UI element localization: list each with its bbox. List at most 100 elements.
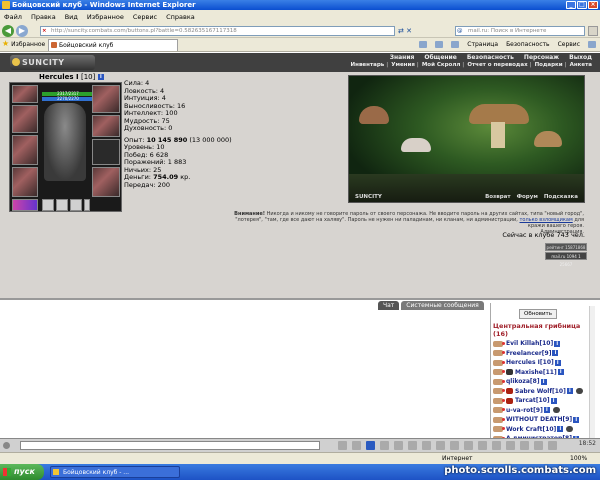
zoom-level[interactable]: 100% [570,453,587,464]
helmet-slot[interactable] [12,85,38,103]
user-action-icon[interactable] [493,388,505,395]
send-icon[interactable] [338,441,347,450]
page-menu[interactable]: Страница [467,41,498,48]
browser-tab[interactable]: Бойцовский клуб [48,39,178,51]
user-name[interactable]: Work Craft [506,426,542,433]
settings-icon[interactable] [534,441,543,450]
menu-file[interactable]: Файл [4,13,22,21]
pocket-slot[interactable] [84,199,90,211]
user-name[interactable]: Sabre Wolf [515,388,552,395]
feeds-icon[interactable] [435,41,444,48]
user-action-icon[interactable] [493,416,505,423]
info-icon[interactable]: i [554,359,561,366]
earrings-slot[interactable] [92,85,120,113]
info-icon[interactable]: i [557,426,564,433]
boots-slot[interactable] [92,167,120,197]
translit-icon[interactable] [394,441,403,450]
friends-icon[interactable] [506,441,515,450]
user-row[interactable]: Tarcat [10] i [493,396,593,406]
ring-slot-1[interactable] [42,199,54,211]
user-name[interactable]: WITHOUT DEATH [506,416,563,423]
user-row[interactable]: Work Craft [10] i [493,425,593,435]
info-icon[interactable]: i [573,416,580,423]
favorites-button[interactable]: ★ Избранное [2,40,45,48]
safety-menu[interactable]: Безопасность [506,41,550,48]
user-action-icon[interactable] [493,426,505,433]
ring-slot-3[interactable] [70,199,82,211]
user-action-icon[interactable] [493,369,505,376]
nav-skills[interactable]: Умения [391,62,419,68]
forward-button[interactable]: ▶ [16,24,28,37]
user-action-icon[interactable] [493,350,505,357]
link-forum[interactable]: Форум [517,194,538,200]
user-row[interactable]: WITHOUT DEATH [9] i [493,415,593,425]
weapon-slot[interactable] [12,135,38,165]
clear-icon[interactable] [380,441,389,450]
user-row[interactable]: Maxishe [11] i [493,368,593,378]
smiles-icon[interactable] [352,441,361,450]
chat-input[interactable] [20,441,320,450]
maximize-button[interactable]: □ [577,1,587,9]
user-row[interactable]: Hercules I [10] i [493,358,593,368]
print-icon[interactable] [451,41,460,48]
user-row[interactable]: qlikoza [8] i [493,377,593,387]
nav-transfers[interactable]: Отчет о переводах [467,62,531,68]
user-name[interactable]: Freelancer [506,350,542,357]
user-action-icon[interactable] [493,359,505,366]
menu-edit[interactable]: Правка [31,13,56,21]
info-icon[interactable]: i [97,74,104,80]
user-list-scrollbar[interactable] [589,306,595,439]
user-row[interactable]: Evil Killah [10] i [493,339,593,349]
user-name[interactable]: Maxishe [515,369,543,376]
link-return[interactable]: Возврат [485,194,510,200]
info-icon[interactable]: i [540,378,547,385]
scroll-icon[interactable] [422,441,431,450]
close-button[interactable]: × [588,1,598,9]
amulet-slot[interactable] [12,105,38,133]
help-icon[interactable] [588,41,596,48]
user-name[interactable]: u-va-rot [506,407,533,414]
menu-tools[interactable]: Сервис [133,13,157,21]
user-name[interactable]: Tarcat [515,397,536,404]
chat-mode-icon[interactable] [3,442,10,449]
menu-favorites[interactable]: Избранное [87,13,124,21]
move-icon[interactable] [450,441,459,450]
search-input[interactable]: @ mail.ru: Поиск в Интернете [455,26,585,36]
rating-counter[interactable]: рейтинг 15871868 [545,243,587,251]
minimize-button[interactable]: _ [566,1,576,9]
user-action-icon[interactable] [493,407,505,414]
menu-view[interactable]: Вид [65,13,78,21]
gloves-slot[interactable] [92,115,120,137]
nav-knowledge[interactable]: Знания [390,54,415,61]
tools-menu[interactable]: Сервис [558,41,580,48]
exit-icon[interactable] [548,441,557,450]
map-icon[interactable] [478,441,487,450]
filter-icon[interactable] [366,441,375,450]
nav-inventory[interactable]: Инвентарь [351,62,389,68]
user-row[interactable]: Sabre Wolf [10] i [493,387,593,397]
info-icon[interactable]: i [550,397,557,404]
belt-slot[interactable] [12,199,38,211]
tab-chat[interactable]: Чат [378,301,400,310]
user-name[interactable]: Hercules I [506,359,540,366]
user-action-icon[interactable] [493,397,505,404]
user-row[interactable]: Freelancer [9] i [493,349,593,359]
taskbar-item[interactable]: Бойцовский клуб - ... [50,466,180,478]
nav-scroll[interactable]: Мой Скролл [422,62,465,68]
nav-exit[interactable]: Выход [569,54,592,61]
menu-help[interactable]: Справка [166,13,195,21]
sound-icon[interactable] [408,441,417,450]
tab-system-messages[interactable]: Системные сообщения [401,301,484,310]
back-button[interactable]: ◀ [2,24,14,37]
start-button[interactable]: пуск [0,464,44,480]
room-icon[interactable] [492,441,501,450]
link-hint[interactable]: Подсказка [544,194,578,200]
user-row[interactable]: u-va-rot [9] i [493,406,593,416]
info-icon[interactable]: i [566,388,573,395]
user-action-icon[interactable] [493,378,505,385]
nav-character[interactable]: Персонаж [524,54,559,61]
info-icon[interactable]: i [552,350,559,357]
nav-communication[interactable]: Общение [424,54,456,61]
nav-gifts[interactable]: Подарки [535,62,567,68]
refresh-icon[interactable]: ⇄ ✕ [398,27,412,35]
